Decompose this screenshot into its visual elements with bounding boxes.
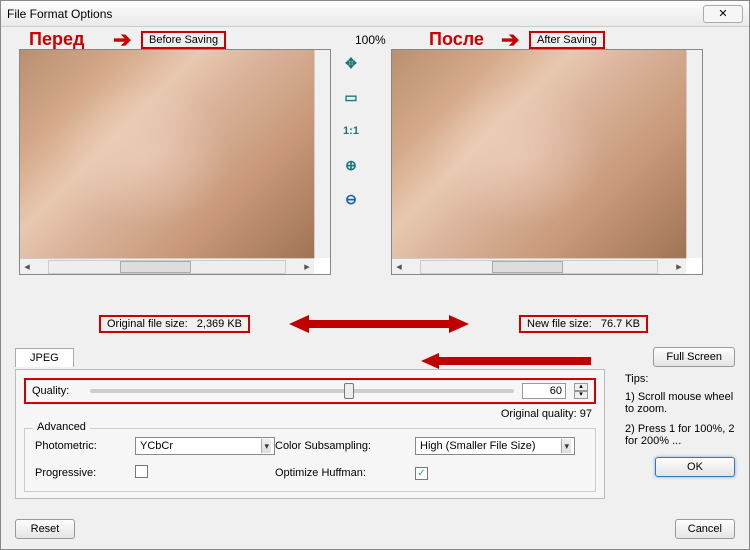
new-size-value: 76.7 KB <box>601 318 640 330</box>
dialog-window: File Format Options ✕ Перед ➔ Before Sav… <box>0 0 750 550</box>
subsampling-label: Color Subsampling: <box>275 440 415 452</box>
quality-slider[interactable] <box>90 389 514 393</box>
advanced-legend: Advanced <box>33 421 90 433</box>
tips-line: 1) Scroll mouse wheel to zoom. <box>625 391 735 415</box>
preview-toolbar: ✥ ▭ 1:1 ⊕ ⊖ <box>331 49 371 309</box>
vertical-scrollbar[interactable] <box>314 50 330 258</box>
subsampling-combo[interactable]: High (Smaller File Size) <box>415 437 575 455</box>
advanced-group: Advanced Photometric: YCbCr Color Subsam… <box>24 428 596 492</box>
zoom-percent-label: 100% <box>355 33 386 47</box>
preview-before[interactable]: ◂ ▸ <box>19 49 331 275</box>
scroll-left-icon[interactable]: ◂ <box>20 260 34 273</box>
horizontal-scrollbar[interactable]: ◂ ▸ <box>392 258 686 274</box>
huffman-checkbox[interactable]: ✓ <box>415 467 428 480</box>
actual-size-icon[interactable]: 1:1 <box>341 121 361 141</box>
vertical-scrollbar[interactable] <box>686 50 702 258</box>
reset-button[interactable]: Reset <box>15 519 75 539</box>
photometric-combo[interactable]: YCbCr <box>135 437 275 455</box>
progressive-checkbox[interactable] <box>135 465 148 478</box>
fit-icon[interactable]: ▭ <box>341 87 361 107</box>
preview-image-after <box>392 50 702 258</box>
annotation-double-arrow-icon <box>289 313 469 335</box>
scroll-thumb[interactable] <box>120 261 191 273</box>
original-size-value: 2,369 KB <box>197 318 242 330</box>
tips-panel: Tips: 1) Scroll mouse wheel to zoom. 2) … <box>625 373 735 477</box>
annotation-before-label: Перед <box>29 29 84 50</box>
annotation-before-box: Before Saving <box>141 31 226 49</box>
quality-spinner[interactable]: ▴▾ <box>574 383 588 399</box>
annotation-after-label: После <box>429 29 484 50</box>
jpeg-panel: Quality: 60 ▴▾ Original quality: 97 Adva… <box>15 369 605 499</box>
scroll-left-icon[interactable]: ◂ <box>392 260 406 273</box>
ok-button[interactable]: OK <box>655 457 735 477</box>
tips-title: Tips: <box>625 373 735 385</box>
pan-icon[interactable]: ✥ <box>341 53 361 73</box>
close-button[interactable]: ✕ <box>703 5 743 23</box>
title-bar: File Format Options ✕ <box>1 1 749 27</box>
horizontal-scrollbar[interactable]: ◂ ▸ <box>20 258 314 274</box>
tab-jpeg[interactable]: JPEG <box>15 348 74 367</box>
cancel-button[interactable]: Cancel <box>675 519 735 539</box>
preview-after[interactable]: ◂ ▸ <box>391 49 703 275</box>
annotation-after-box: After Saving <box>529 31 605 49</box>
huffman-label: Optimize Huffman: <box>275 467 415 479</box>
slider-thumb[interactable] <box>344 383 354 399</box>
quality-row: Quality: 60 ▴▾ <box>24 378 596 404</box>
scroll-right-icon[interactable]: ▸ <box>300 260 314 273</box>
zoom-out-icon[interactable]: ⊖ <box>341 189 361 209</box>
quality-value-input[interactable]: 60 <box>522 383 566 399</box>
preview-image-before <box>20 50 330 258</box>
zoom-in-icon[interactable]: ⊕ <box>341 155 361 175</box>
tips-line: 2) Press 1 for 100%, 2 for 200% ... <box>625 423 735 447</box>
fullscreen-button[interactable]: Full Screen <box>653 347 735 367</box>
window-title: File Format Options <box>7 7 703 21</box>
quality-label: Quality: <box>32 385 82 397</box>
scroll-thumb[interactable] <box>492 261 563 273</box>
new-size-label: New file size: <box>527 318 592 330</box>
photometric-label: Photometric: <box>35 440 135 452</box>
original-quality-value: 97 <box>580 408 592 420</box>
original-quality-label: Original quality: <box>501 408 577 420</box>
scroll-right-icon[interactable]: ▸ <box>672 260 686 273</box>
progressive-label: Progressive: <box>35 467 135 479</box>
original-size-label: Original file size: <box>107 318 188 330</box>
